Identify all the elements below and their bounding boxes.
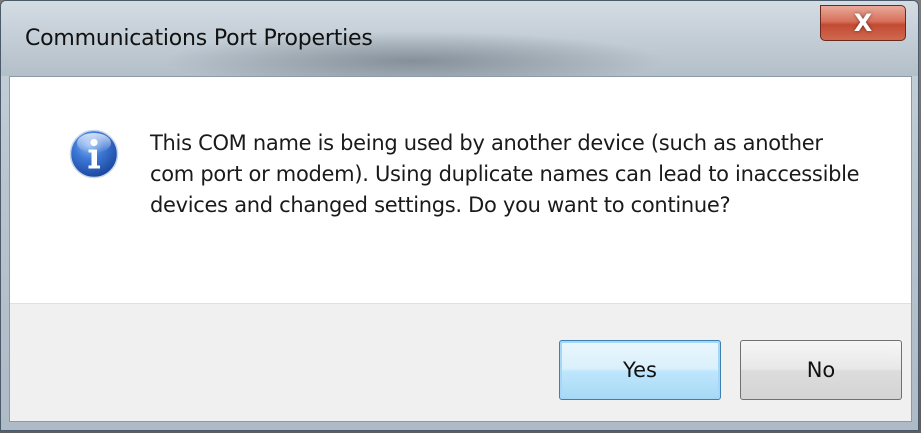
close-icon: X: [853, 9, 873, 37]
dialog-window: Communications Port Properties X This CO…: [0, 0, 919, 431]
window-title: Communications Port Properties: [25, 26, 373, 51]
dialog-content: This COM name is being used by another d…: [9, 76, 912, 422]
title-bar[interactable]: Communications Port Properties X: [1, 1, 918, 76]
yes-button[interactable]: Yes: [559, 340, 721, 400]
message-area: This COM name is being used by another d…: [10, 77, 911, 303]
message-text: This COM name is being used by another d…: [150, 131, 860, 217]
info-icon: [69, 129, 119, 179]
close-button[interactable]: X: [820, 5, 906, 41]
button-bar: Yes No: [10, 303, 911, 421]
no-button[interactable]: No: [740, 340, 902, 400]
